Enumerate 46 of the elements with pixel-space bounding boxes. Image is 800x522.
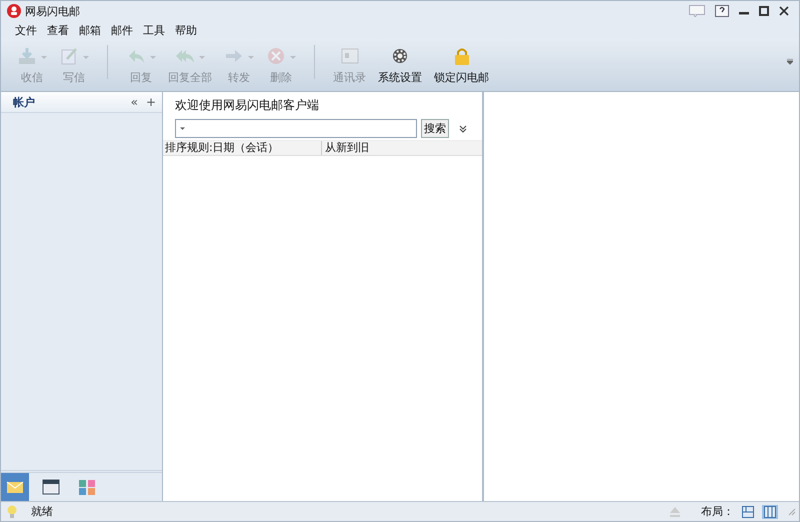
add-button[interactable]: + — [146, 95, 156, 109]
window-title: 网易闪电邮 — [25, 4, 80, 18]
mail-icon — [6, 479, 24, 495]
column-header[interactable]: 排序规则:日期（会话） — [163, 141, 322, 155]
three-column-icon — [764, 506, 776, 518]
search-field[interactable] — [175, 119, 417, 138]
maximize-icon[interactable] — [759, 6, 769, 16]
caret-icon — [41, 56, 47, 60]
menu-item[interactable]: 文件 — [15, 22, 37, 38]
caret-icon — [83, 56, 89, 60]
contact-card-icon — [340, 46, 360, 66]
layout-button[interactable] — [762, 504, 778, 518]
menu-item[interactable]: 工具 — [143, 22, 165, 38]
welcome-text: 欢迎使用网易闪电邮客户端 — [174, 97, 320, 114]
menu-item[interactable]: 查看 — [47, 22, 69, 38]
app-logo-icon — [7, 4, 21, 18]
apps-icon — [78, 479, 96, 495]
caret-icon — [248, 56, 254, 60]
caret-icon — [290, 56, 296, 60]
delete-icon — [266, 46, 286, 66]
lightbulb-icon — [7, 504, 17, 518]
toolbar-button[interactable]: 锁定闪电邮 — [428, 45, 495, 85]
calendar-icon — [42, 479, 60, 495]
caret-icon — [199, 56, 205, 60]
download-icon — [17, 46, 37, 66]
notepad-icon — [59, 46, 79, 66]
overflow-icon[interactable] — [787, 59, 793, 65]
toolbar-button[interactable]: 系统设置 — [372, 45, 428, 85]
status-text: 就绪 — [31, 504, 53, 519]
layout-label: 布局： — [701, 504, 734, 519]
caret-icon — [150, 56, 156, 60]
accounts-heading: 帐户 — [13, 94, 35, 110]
help-icon[interactable] — [715, 5, 729, 17]
gear-icon — [390, 46, 410, 66]
layout-button[interactable] — [740, 504, 756, 518]
resize-grip-icon[interactable] — [788, 508, 796, 516]
expand-icon[interactable] — [459, 124, 467, 132]
menu-item[interactable]: 邮箱 — [79, 22, 101, 38]
search-button[interactable]: 搜索 — [421, 119, 449, 138]
menu-item[interactable]: 邮件 — [111, 22, 133, 38]
close-icon[interactable] — [779, 6, 789, 16]
collapse-button[interactable]: « — [130, 95, 138, 109]
horizontal-split-icon — [742, 506, 754, 518]
menu-item[interactable]: 帮助 — [175, 22, 197, 38]
caret-icon — [180, 126, 185, 130]
column-header[interactable]: 从新到旧 — [322, 141, 369, 155]
